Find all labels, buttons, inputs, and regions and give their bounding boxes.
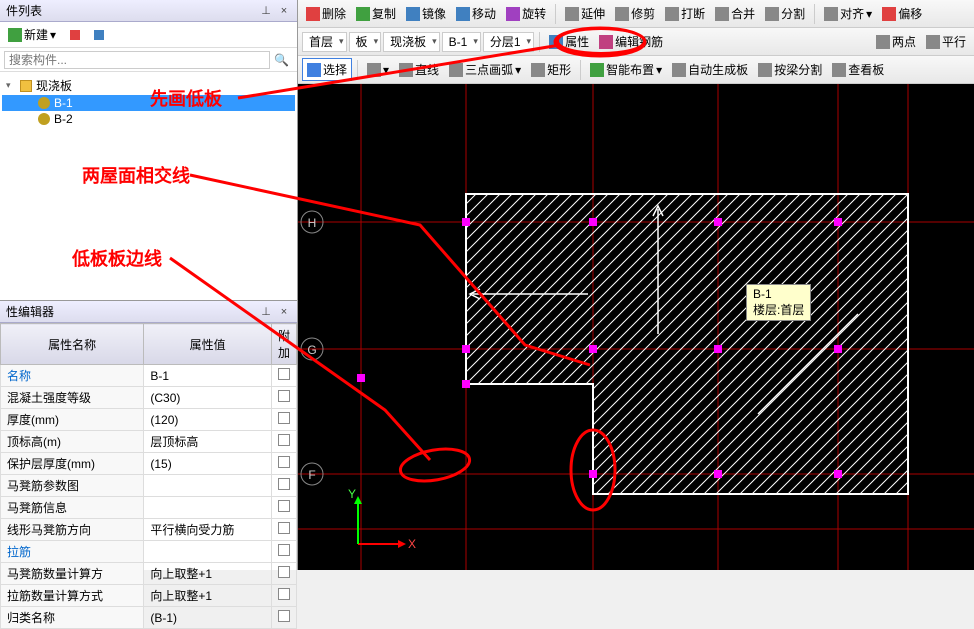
properties-button[interactable]: 属性: [545, 31, 593, 52]
checkbox[interactable]: [278, 368, 290, 380]
property-row[interactable]: 线形马凳筋方向平行横向受力筋: [1, 519, 297, 541]
property-editor-panel: 性编辑器 ⊥ × 属性名称 属性值 附加 名称B-1混凝土强度等级(C30)厚度…: [0, 300, 298, 570]
mirror-button[interactable]: 镜像: [402, 3, 450, 24]
select-button[interactable]: 选择: [302, 58, 352, 81]
pin-icon[interactable]: ⊥: [259, 305, 273, 319]
property-row[interactable]: 拉筋: [1, 541, 297, 563]
split-button[interactable]: 分割: [761, 3, 809, 24]
beam-split-button[interactable]: 按梁分割: [754, 59, 826, 80]
move-button[interactable]: 移动: [452, 3, 500, 24]
property-row[interactable]: 拉筋数量计算方式向上取整+1: [1, 585, 297, 607]
search-bar: 🔍: [0, 48, 297, 72]
svg-text:G: G: [307, 343, 316, 357]
property-row[interactable]: 保护层厚度(mm)(15): [1, 453, 297, 475]
close-icon[interactable]: ×: [277, 305, 291, 319]
property-row[interactable]: 马凳筋信息: [1, 497, 297, 519]
property-table: 属性名称 属性值 附加 名称B-1混凝土强度等级(C30)厚度(mm)(120)…: [0, 323, 297, 629]
col-extra: 附加: [271, 324, 296, 365]
tree-root[interactable]: ▾ 现浇板: [2, 76, 295, 95]
point-tool[interactable]: ▾: [363, 61, 393, 79]
prop-panel-title: 性编辑器: [6, 303, 54, 320]
copy-button[interactable]: 复制: [352, 3, 400, 24]
copy-item-button[interactable]: [90, 28, 108, 42]
break-button[interactable]: 打断: [661, 3, 709, 24]
toolbar-row-3: 选择 ▾ 直线 三点画弧▾ 矩形 智能布置▾ 自动生成板 按梁分割 查看板: [298, 56, 974, 84]
checkbox[interactable]: [278, 412, 290, 424]
checkbox[interactable]: [278, 390, 290, 402]
delete-item-button[interactable]: [66, 28, 84, 42]
view-board-button[interactable]: 查看板: [828, 59, 888, 80]
smart-layout-button[interactable]: 智能布置▾: [586, 59, 666, 80]
two-point-button[interactable]: 两点: [872, 31, 920, 52]
property-row[interactable]: 马凳筋数量计算方向上取整+1: [1, 563, 297, 585]
merge-button[interactable]: 合并: [711, 3, 759, 24]
extend-button[interactable]: 延伸: [561, 3, 609, 24]
offset-button[interactable]: 偏移: [878, 3, 926, 24]
search-input[interactable]: [4, 51, 270, 69]
floor-dropdown[interactable]: 首层▾: [302, 32, 347, 52]
board-tooltip: B-1楼层:首层: [746, 284, 811, 321]
pin-icon[interactable]: ⊥: [259, 4, 273, 18]
svg-text:H: H: [308, 216, 317, 230]
rotate-button[interactable]: 旋转: [502, 3, 550, 24]
svg-text:X: X: [408, 537, 416, 551]
tree-item-b2[interactable]: B-2: [2, 111, 295, 127]
parallel-button[interactable]: 平行: [922, 31, 970, 52]
checkbox[interactable]: [278, 522, 290, 534]
checkbox[interactable]: [278, 544, 290, 556]
board-dropdown[interactable]: 板▾: [349, 32, 382, 52]
col-name: 属性名称: [1, 324, 144, 365]
checkbox[interactable]: [278, 434, 290, 446]
property-row[interactable]: 名称B-1: [1, 365, 297, 387]
edit-rebar-button[interactable]: 编辑钢筋: [595, 31, 667, 52]
property-row[interactable]: 混凝土强度等级(C30): [1, 387, 297, 409]
checkbox[interactable]: [278, 500, 290, 512]
checkbox[interactable]: [278, 588, 290, 600]
trim-button[interactable]: 修剪: [611, 3, 659, 24]
rect-tool[interactable]: 矩形: [527, 59, 575, 80]
svg-text:Y: Y: [348, 487, 356, 501]
prop-panel-header: 性编辑器 ⊥ ×: [0, 301, 297, 323]
col-value: 属性值: [144, 324, 272, 365]
search-icon[interactable]: 🔍: [270, 51, 293, 69]
component-list-panel: 件列表 ⊥ × 新建▾ 🔍 ▾ 现浇板 B-1 B-2: [0, 0, 298, 300]
new-button[interactable]: 新建▾: [4, 24, 60, 45]
toolbar-row-2: 首层▾ 板▾ 现浇板▾ B-1▾ 分层1▾ 属性 编辑钢筋 两点 平行: [298, 28, 974, 56]
panel-header: 件列表 ⊥ ×: [0, 0, 297, 22]
close-icon[interactable]: ×: [277, 4, 291, 18]
checkbox[interactable]: [278, 456, 290, 468]
cast-board-dropdown[interactable]: 现浇板▾: [383, 32, 440, 52]
delete-button[interactable]: 删除: [302, 3, 350, 24]
arc-tool[interactable]: 三点画弧▾: [445, 59, 525, 80]
property-row[interactable]: 厚度(mm)(120): [1, 409, 297, 431]
auto-gen-button[interactable]: 自动生成板: [668, 59, 752, 80]
tree-item-b1[interactable]: B-1: [2, 95, 295, 111]
checkbox[interactable]: [278, 478, 290, 490]
property-row[interactable]: 马凳筋参数图: [1, 475, 297, 497]
drawing-canvas[interactable]: H G F X Y B-1楼层:首层: [298, 84, 974, 570]
b1-dropdown[interactable]: B-1▾: [442, 32, 481, 52]
new-bar: 新建▾: [0, 22, 297, 48]
checkbox[interactable]: [278, 566, 290, 578]
property-row[interactable]: 归类名称(B-1): [1, 607, 297, 629]
line-tool[interactable]: 直线: [395, 59, 443, 80]
toolbar-row-1: 删除 复制 镜像 移动 旋转 延伸 修剪 打断 合并 分割 对齐▾ 偏移: [298, 0, 974, 28]
property-row[interactable]: 顶标高(m)层顶标高: [1, 431, 297, 453]
component-tree: ▾ 现浇板 B-1 B-2: [0, 72, 297, 131]
checkbox[interactable]: [278, 610, 290, 622]
panel-title: 件列表: [6, 2, 42, 19]
level-dropdown[interactable]: 分层1▾: [483, 32, 534, 52]
align-button[interactable]: 对齐▾: [820, 3, 876, 24]
svg-text:F: F: [308, 468, 315, 482]
